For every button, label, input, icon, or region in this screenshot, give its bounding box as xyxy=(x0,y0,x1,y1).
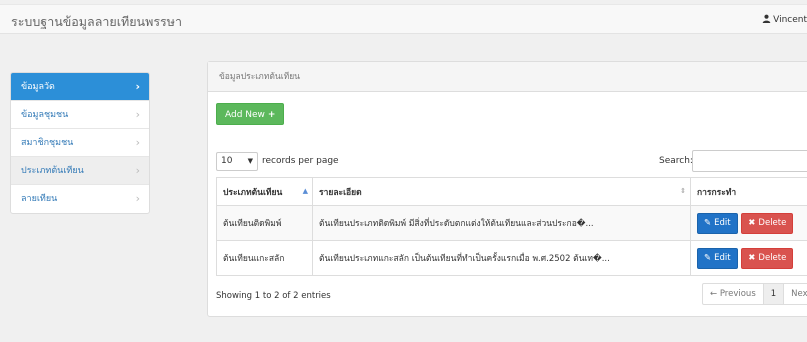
sidebar-item-label: ข้อมูลชุมชน xyxy=(21,110,69,120)
cell-detail: ต้นเทียนประเภทแกะสลัก เป็นต้นเทียนที่ทำเ… xyxy=(312,240,691,276)
panel-heading: ข้อมูลประเภทต้นเทียน xyxy=(208,62,807,92)
cell-detail: ต้นเทียนประเภทติดพิมพ์ มีสิ่งที่ประดับตก… xyxy=(312,205,691,241)
user-menu[interactable]: Vincent xyxy=(762,14,807,25)
pencil-icon: ✎ xyxy=(704,217,712,228)
table-info: Showing 1 to 2 of 2 entries xyxy=(216,291,331,301)
sidebar-item-temple[interactable]: ข้อมูลวัด › xyxy=(11,73,149,101)
search-input[interactable] xyxy=(692,150,807,172)
sidebar-item-label: ประเภทต้นเทียน xyxy=(21,166,84,176)
user-icon xyxy=(762,14,771,23)
cell-type: ต้นเทียนแกะสลัก xyxy=(216,240,313,276)
sidebar-item-label: ลายเทียน xyxy=(21,194,58,204)
close-icon: ✖ xyxy=(748,252,756,263)
app-brand[interactable]: ระบบฐานข้อมูลลายเทียนพรรษา xyxy=(11,12,182,32)
content-panel: ข้อมูลประเภทต้นเทียน Add New + 10 ▼ records… xyxy=(207,61,807,317)
column-header-type[interactable]: ประเภทต้นเทียน ▲ xyxy=(216,177,313,206)
delete-label: Delete xyxy=(758,217,787,228)
sidebar-item-members[interactable]: สมาชิกชุมชน › xyxy=(11,129,149,157)
cell-actions: ✎ Edit ✖ Delete xyxy=(690,205,807,241)
chevron-right-icon: › xyxy=(135,80,140,93)
close-icon: ✖ xyxy=(748,217,756,228)
delete-button[interactable]: ✖ Delete xyxy=(741,247,794,269)
cell-type: ต้นเทียนติดพิมพ์ xyxy=(216,205,313,241)
sidebar-item-candle-patterns[interactable]: ลายเทียน › xyxy=(11,185,149,213)
column-header-label: การกระทำ xyxy=(697,187,737,198)
table-header-row: ประเภทต้นเทียน ▲ รายละเอียด ⇕ การกระทำ xyxy=(216,177,807,206)
sidebar-item-label: สมาชิกชุมชน xyxy=(21,138,74,148)
sort-asc-icon: ▲ xyxy=(302,187,308,195)
edit-button[interactable]: ✎ Edit xyxy=(697,247,738,269)
top-navbar: ระบบฐานข้อมูลลายเทียนพรรษา Vincent xyxy=(0,4,807,34)
column-header-detail[interactable]: รายละเอียด ⇕ xyxy=(312,177,691,206)
delete-button[interactable]: ✖ Delete xyxy=(741,212,794,234)
column-header-label: รายละเอียด xyxy=(319,187,362,198)
edit-button[interactable]: ✎ Edit xyxy=(697,212,738,234)
delete-label: Delete xyxy=(758,252,787,263)
table-row: ต้นเทียนติดพิมพ์ ต้นเทียนประเภทติดพิมพ์ … xyxy=(216,205,807,241)
sidebar-item-community[interactable]: ข้อมูลชุมชน › xyxy=(11,101,149,129)
sidebar-menu: ข้อมูลวัด › ข้อมูลชุมชน › สมาชิกชุมชน › … xyxy=(10,72,150,214)
column-header-actions: การกระทำ xyxy=(690,177,807,206)
chevron-right-icon: › xyxy=(135,192,140,205)
column-header-label: ประเภทต้นเทียน xyxy=(223,187,283,198)
table-row: ต้นเทียนแกะสลัก ต้นเทียนประเภทแกะสลัก เป… xyxy=(216,240,807,276)
records-per-page: 10 ▼ records per page xyxy=(216,152,339,171)
sort-both-icon: ⇕ xyxy=(680,187,686,195)
search-label: Search: xyxy=(659,156,693,166)
add-new-label: Add New xyxy=(225,110,265,120)
previous-page-button[interactable]: ← Previous xyxy=(703,284,764,304)
user-name: Vincent xyxy=(773,15,807,25)
add-new-button[interactable]: Add New + xyxy=(216,103,285,125)
chevron-right-icon: › xyxy=(135,164,140,177)
pencil-icon: ✎ xyxy=(704,252,712,263)
page-1-button[interactable]: 1 xyxy=(763,284,785,304)
plus-icon: + xyxy=(267,110,276,120)
sidebar-item-candle-types[interactable]: ประเภทต้นเทียน › xyxy=(11,157,149,185)
chevron-right-icon: › xyxy=(135,136,140,149)
caret-down-icon: ▼ xyxy=(247,157,253,165)
candle-type-table: ประเภทต้นเทียน ▲ รายละเอียด ⇕ การกระทำ ต้น… xyxy=(216,177,807,276)
chevron-right-icon: › xyxy=(135,108,140,121)
page-length-select[interactable]: 10 ▼ xyxy=(216,152,258,171)
pagination: ← Previous 1 Next xyxy=(702,283,807,305)
sidebar-item-label: ข้อมูลวัด xyxy=(21,82,55,92)
next-page-button[interactable]: Next xyxy=(784,284,807,304)
edit-label: Edit xyxy=(714,252,731,263)
edit-label: Edit xyxy=(714,217,731,228)
cell-actions: ✎ Edit ✖ Delete xyxy=(690,240,807,276)
page-length-value: 10 xyxy=(221,156,233,166)
records-per-page-label: records per page xyxy=(262,156,339,166)
